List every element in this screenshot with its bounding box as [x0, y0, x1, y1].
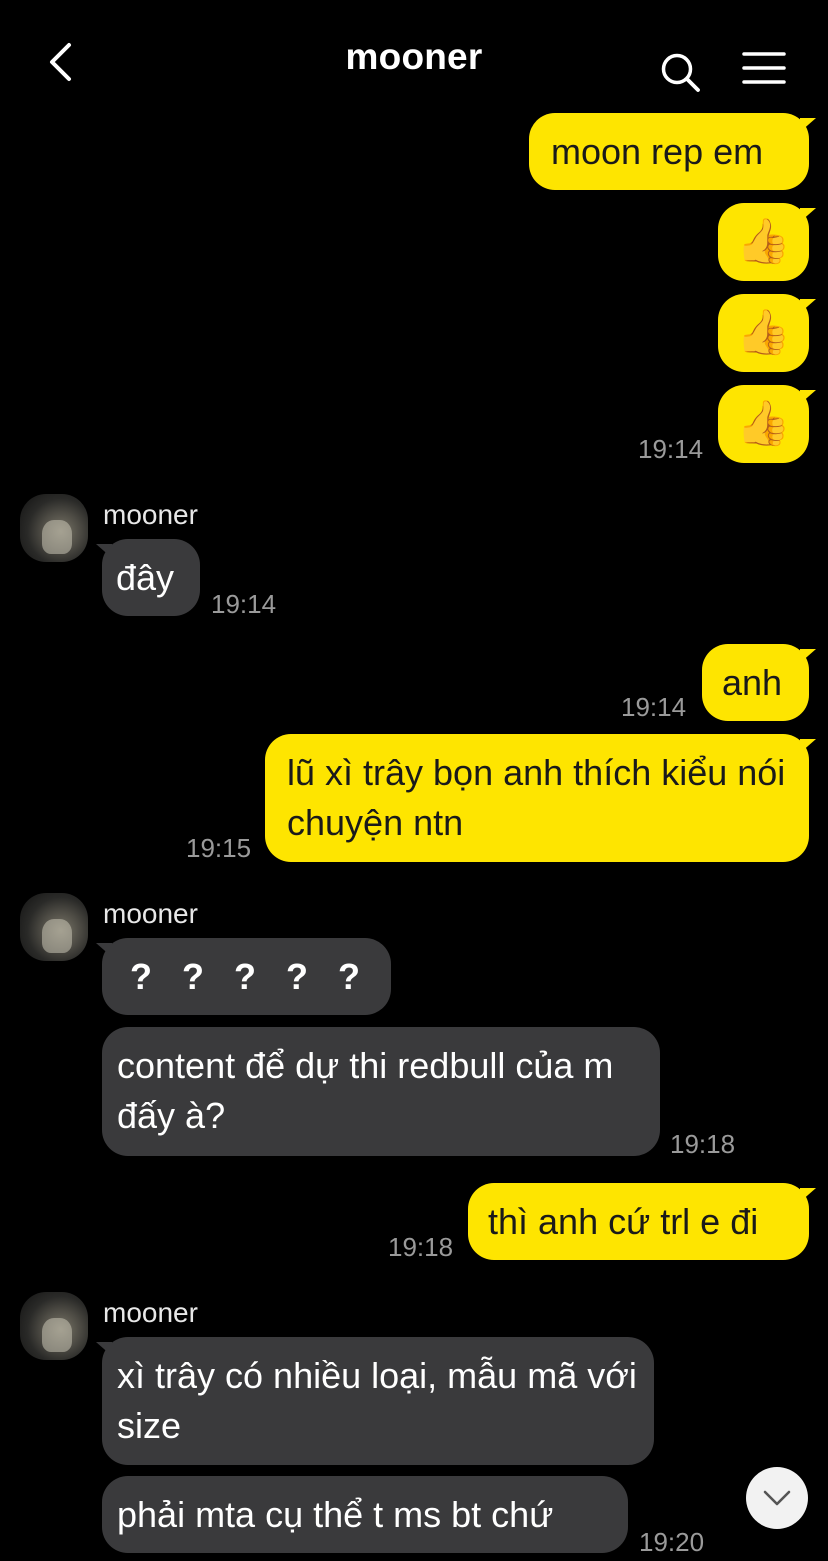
avatar[interactable]: [20, 1292, 88, 1360]
message-bubble-received[interactable]: content để dự thi redbull của m đấy à?: [102, 1027, 660, 1156]
message-bubble-sent[interactable]: 👍: [718, 203, 809, 281]
message-bubble-sent[interactable]: anh: [702, 644, 809, 721]
chat-title: mooner: [345, 36, 483, 77]
message-bubble-received[interactable]: đây: [102, 539, 200, 616]
message-timestamp: 19:14: [211, 589, 277, 619]
search-icon: [661, 53, 700, 92]
bubble-tail: [800, 299, 816, 313]
avatar[interactable]: [20, 494, 88, 562]
bubble-tail: [800, 390, 816, 404]
bubble-tail: [800, 118, 816, 132]
bubble-tail: [800, 1188, 816, 1202]
sender-name: mooner: [103, 499, 198, 530]
bubble-tail: [800, 739, 816, 753]
message-timestamp: 19:18: [670, 1129, 736, 1159]
message-bubble-sent[interactable]: 👍: [718, 294, 809, 372]
message-timestamp: 19:18: [388, 1232, 454, 1262]
thumbs-up-icon: 👍: [736, 217, 791, 266]
message-timestamp: 19:14: [638, 434, 704, 464]
message-text: anh: [722, 662, 783, 703]
message-bubble-received[interactable]: phải mta cụ thể t ms bt chứ: [102, 1476, 628, 1553]
bubble-tail: [800, 649, 816, 663]
message-text: lũ xì trây bọn anh thích kiểu nói chuyện…: [287, 752, 786, 843]
message-bubble-sent[interactable]: lũ xì trây bọn anh thích kiểu nói chuyện…: [265, 734, 809, 862]
search-button[interactable]: [658, 50, 702, 94]
message-text: ? ? ? ? ?: [130, 956, 360, 997]
message-bubble-sent[interactable]: 👍: [718, 385, 809, 463]
message-bubble-sent[interactable]: thì anh cứ trl e đi: [468, 1183, 809, 1260]
bubble-tail: [800, 208, 816, 222]
message-text: moon rep em: [551, 131, 764, 172]
thumbs-up-icon: 👍: [736, 399, 791, 448]
message-text: content để dự thi redbull của m đấy à?: [117, 1045, 614, 1136]
message-timestamp: 19:14: [621, 692, 687, 722]
message-bubble-received[interactable]: xì trây có nhiều loại, mẫu mã với size: [102, 1337, 654, 1465]
message-bubble-sent[interactable]: moon rep em: [529, 113, 809, 190]
message-timestamp: 19:15: [186, 833, 252, 863]
message-text: xì trây có nhiều loại, mẫu mã với size: [117, 1355, 637, 1446]
message-text: thì anh cứ trl e đi: [488, 1201, 759, 1242]
message-timestamp: 19:20: [639, 1527, 705, 1557]
scroll-down-button[interactable]: [746, 1467, 808, 1529]
chat-screen: mooner moon rep em 👍 👍 👍 19:14 mooner đâ…: [0, 0, 828, 1561]
hamburger-menu-icon: [742, 52, 786, 84]
sender-name: mooner: [103, 1297, 198, 1328]
message-text: đây: [116, 557, 175, 598]
thumbs-up-icon: 👍: [736, 308, 791, 357]
message-bubble-received[interactable]: ? ? ? ? ?: [102, 938, 391, 1015]
chevron-down-icon: [763, 1490, 791, 1506]
message-text: phải mta cụ thể t ms bt chứ: [117, 1494, 554, 1535]
avatar[interactable]: [20, 893, 88, 961]
menu-button[interactable]: [740, 48, 788, 88]
sender-name: mooner: [103, 898, 198, 929]
